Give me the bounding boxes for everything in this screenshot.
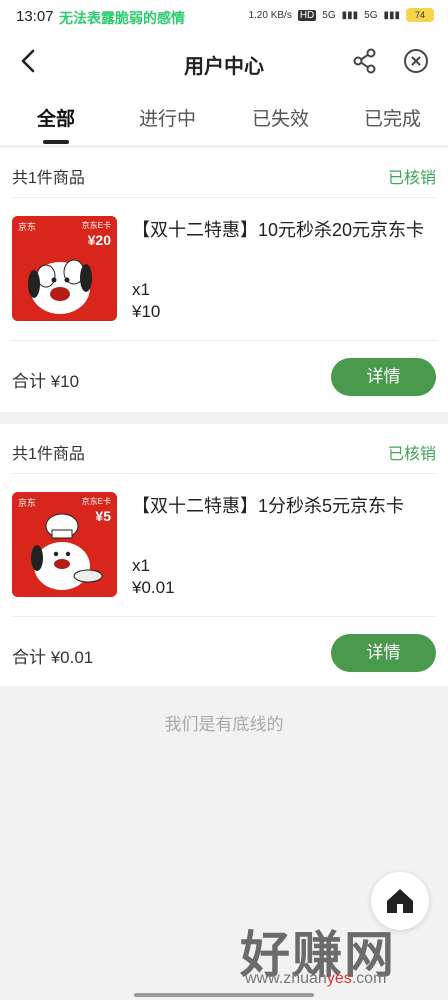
product-price: ¥0.01 bbox=[132, 578, 175, 597]
order-status: 已核销 bbox=[387, 446, 436, 463]
active-tab-indicator bbox=[43, 140, 69, 144]
thumb-brand: 京东 bbox=[18, 498, 37, 508]
detail-button[interactable]: 详情 bbox=[331, 634, 436, 672]
order-total: 合计 ¥0.01 bbox=[12, 648, 94, 667]
thumb-card-name: 京东E卡 bbox=[81, 221, 111, 230]
status-indicators: 1.20 KB/s HD 5G ▮▮▮ 5G ▮▮▮ 74 bbox=[248, 8, 434, 22]
order-card-footer: 合计 ¥10 详情 bbox=[12, 340, 436, 412]
thumb-card-name: 京东E卡 bbox=[81, 497, 111, 506]
close-button[interactable] bbox=[400, 45, 432, 77]
thumb-value: ¥5 bbox=[95, 508, 111, 524]
signal-icon: ▮▮▮ bbox=[341, 9, 359, 21]
tab-expired[interactable]: 已失效 bbox=[252, 104, 309, 131]
watermark-url: www.zhuanyes.com bbox=[245, 970, 386, 988]
order-card: 共1件商品 已核销 京东 京东E卡 ¥20 【双十二特惠】10元秒杀20元京东卡… bbox=[0, 148, 448, 412]
status-bar: 13:07 无法表露脆弱的感情 1.20 KB/s HD 5G ▮▮▮ 5G ▮… bbox=[0, 0, 448, 32]
product-title[interactable]: 【双十二特惠】1分秒杀5元京东卡 bbox=[132, 492, 428, 520]
tab-in-progress[interactable]: 进行中 bbox=[139, 104, 196, 131]
thumb-value: ¥20 bbox=[87, 232, 111, 248]
product-image[interactable]: 京东 京东E卡 ¥20 bbox=[12, 216, 117, 321]
product-price: ¥10 bbox=[132, 302, 161, 321]
product-image[interactable]: 京东 京东E卡 ¥5 bbox=[12, 492, 117, 597]
signal-icon-2: ▮▮▮ bbox=[383, 9, 400, 21]
network-5g-1: 5G bbox=[322, 9, 336, 21]
tab-bar: 全部 进行中 已失效 已完成 bbox=[0, 90, 448, 146]
order-card-footer: 合计 ¥0.01 详情 bbox=[12, 616, 436, 688]
watermark-url-highlight: yes bbox=[326, 970, 352, 987]
item-count: 共1件商品 bbox=[12, 170, 85, 187]
battery-icon: 74 bbox=[406, 8, 434, 22]
order-card: 共1件商品 已核销 京东 京东E卡 ¥5 【双十二特惠】1分秒杀5元京东卡 x1… bbox=[0, 424, 448, 686]
header: 用户中心 bbox=[0, 32, 448, 90]
end-of-list-note: 我们是有底线的 bbox=[164, 715, 284, 734]
network-speed: 1.20 KB/s bbox=[248, 9, 292, 21]
detail-button[interactable]: 详情 bbox=[331, 358, 436, 396]
tab-all[interactable]: 全部 bbox=[37, 104, 75, 131]
order-card-header: 共1件商品 已核销 bbox=[12, 148, 436, 198]
hd-badge: HD bbox=[297, 9, 317, 21]
order-total: 合计 ¥10 bbox=[12, 372, 80, 391]
status-marquee: 无法表露脆弱的感情 bbox=[59, 10, 185, 26]
close-circle-icon bbox=[404, 49, 428, 73]
order-status: 已核销 bbox=[387, 170, 436, 187]
status-time: 13:07 bbox=[16, 8, 54, 25]
page-title: 用户中心 bbox=[184, 56, 264, 78]
watermark-url-post: .com bbox=[351, 970, 387, 987]
item-count: 共1件商品 bbox=[12, 446, 85, 463]
network-5g-2: 5G bbox=[364, 9, 378, 21]
product-qty: x1 bbox=[132, 556, 150, 575]
share-button[interactable] bbox=[350, 46, 380, 76]
product-title[interactable]: 【双十二特惠】10元秒杀20元京东卡 bbox=[132, 216, 428, 244]
watermark-url-pre: www.zhuan bbox=[245, 970, 327, 987]
share-icon bbox=[353, 48, 376, 74]
thumb-brand: 京东 bbox=[18, 222, 37, 232]
product-qty: x1 bbox=[132, 280, 150, 299]
order-card-header: 共1件商品 已核销 bbox=[12, 424, 436, 474]
gesture-bar bbox=[134, 993, 314, 997]
tab-completed[interactable]: 已完成 bbox=[364, 104, 421, 131]
